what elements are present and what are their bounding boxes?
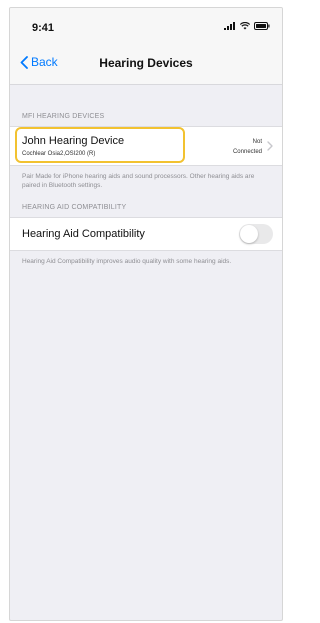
battery-icon (254, 22, 270, 30)
section-header-mfi: MFi HEARING DEVICES (22, 113, 105, 120)
signal-icon (224, 22, 235, 30)
toggle-knob (240, 225, 258, 243)
wifi-icon (240, 22, 250, 30)
page-title: Hearing Devices (99, 56, 193, 70)
compatibility-label: Hearing Aid Compatibility (22, 228, 145, 240)
chevron-right-icon (267, 141, 273, 151)
compatibility-footer-text: Hearing Aid Compatibility improves audio… (22, 258, 232, 265)
device-status-line1: Not (252, 139, 262, 145)
device-status-line2: Connected (232, 149, 262, 155)
hearing-device-row[interactable]: John Hearing Device Cochlear Osia2,OSI20… (10, 126, 282, 166)
mfi-footer-text: Pair Made for iPhone hearing aids and so… (22, 173, 255, 189)
phone-screen: 9:41 Back Hearing Devices MFI HEARING DE… (9, 7, 283, 621)
hearing-aid-compatibility-row: Hearing Aid Compatibility (10, 217, 282, 251)
compatibility-toggle[interactable] (239, 224, 273, 244)
device-name: John Hearing Device (22, 135, 125, 147)
status-icons (224, 22, 270, 30)
status-time: 9:41 (32, 22, 55, 34)
section-header-compatibility: HEARING AID COMPATIBILITY (22, 204, 127, 211)
status-bar: 9:41 (10, 8, 282, 44)
device-connection-status: Not Connected (222, 137, 262, 157)
device-model: Cochlear Osia2,OSI200 (R) (22, 151, 96, 157)
navigation-bar: Back Hearing Devices (10, 44, 282, 85)
